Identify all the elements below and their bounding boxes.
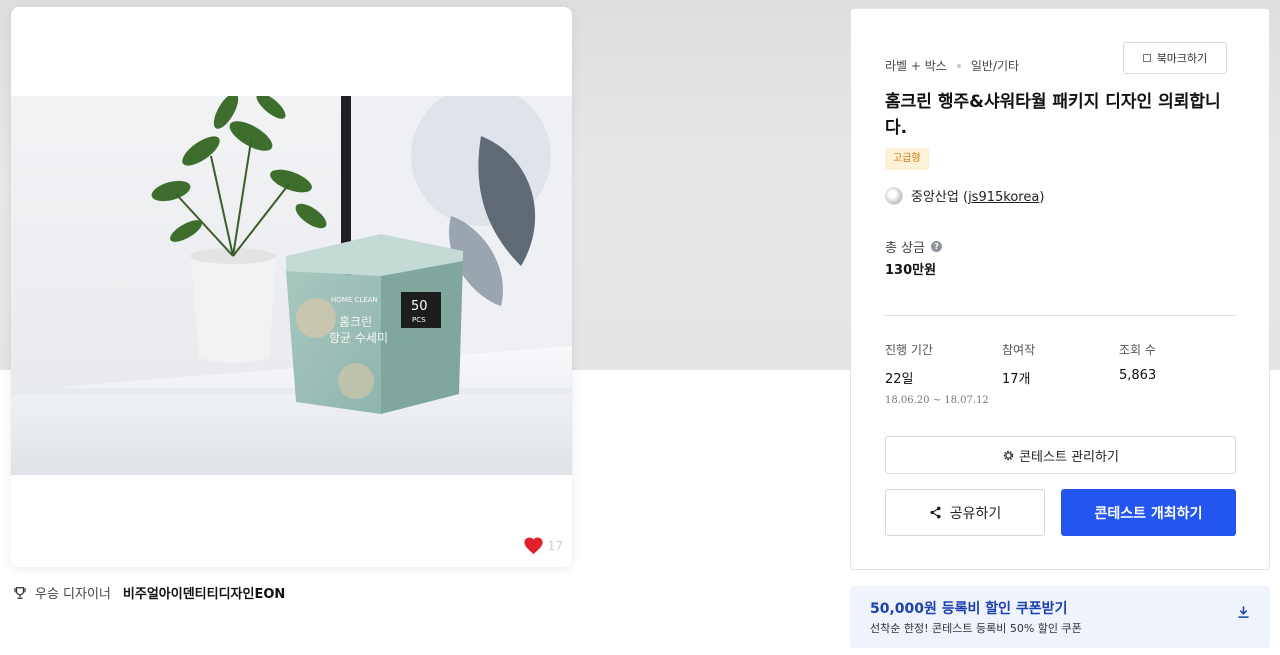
- period-label: 진행 기간: [885, 343, 933, 357]
- prize-value: 130만원: [885, 263, 937, 278]
- grade-badge: 고급형: [885, 148, 929, 170]
- manage-label: 콘테스트 관리하기: [1019, 449, 1119, 465]
- product-photo: HOME CLEAN 홈크린 항균 수세미 50 PCS: [11, 96, 572, 475]
- bookmark-icon: [1142, 54, 1151, 62]
- stat-period: 진행 기간 22일 18.06.20 ~ 18.07.12: [885, 341, 989, 406]
- avatar: [885, 186, 903, 205]
- stat-entries: 참여작 17개: [1002, 341, 1035, 387]
- owner-id[interactable]: js915korea: [968, 190, 1039, 205]
- period-range: 18.06.20 ~ 18.07.12: [885, 395, 989, 406]
- bookmark-label: 북마크하기: [1156, 52, 1208, 65]
- like-control[interactable]: 17: [523, 536, 563, 555]
- box-brand-text: HOME CLEAN: [331, 296, 378, 304]
- divider: [885, 315, 1236, 316]
- owner-name: 중앙산업: [911, 190, 959, 205]
- category-breadcrumb: 라벨 + 박스 일반/기타: [885, 57, 1019, 74]
- winner-designer: 우승 디자이너 비주얼아이덴티티디자인EON: [13, 583, 285, 602]
- views-value: 5,863: [1119, 368, 1157, 383]
- heart-icon[interactable]: [523, 536, 544, 555]
- coupon-title: 50,000원 등록비 할인 쿠폰받기: [870, 601, 1068, 617]
- category-primary[interactable]: 라벨 + 박스: [885, 57, 947, 74]
- help-icon[interactable]: ?: [931, 241, 943, 252]
- period-value: 22일: [885, 372, 914, 387]
- download-icon[interactable]: [1237, 605, 1250, 619]
- box-product-line1: 홈크린: [339, 315, 372, 329]
- design-image-card[interactable]: HOME CLEAN 홈크린 항균 수세미 50 PCS 17: [11, 7, 572, 567]
- share-icon: [930, 506, 941, 519]
- winner-label: 우승 디자이너: [35, 587, 111, 602]
- entries-label: 참여작: [1002, 343, 1036, 357]
- manage-contest-button[interactable]: 콘테스트 관리하기: [885, 436, 1236, 474]
- trophy-icon: [14, 586, 26, 599]
- like-count: 17: [547, 538, 563, 553]
- box-count-unit: PCS: [412, 316, 426, 324]
- contest-owner[interactable]: 중앙산업 (js915korea): [885, 186, 1044, 205]
- category-secondary[interactable]: 일반/기타: [971, 57, 1019, 74]
- coupon-subtitle: 선착순 한정! 콘테스트 등록비 50% 할인 쿠폰: [870, 622, 1082, 635]
- views-label: 조회 수: [1119, 343, 1156, 357]
- entries-value: 17개: [1002, 372, 1031, 387]
- share-label: 공유하기: [949, 505, 1002, 522]
- share-button[interactable]: 공유하기: [885, 489, 1045, 536]
- host-contest-button[interactable]: 콘테스트 개최하기: [1061, 489, 1236, 536]
- prize-label-row: 총 상금 ?: [885, 237, 943, 256]
- contest-info-panel: 라벨 + 박스 일반/기타 북마크하기 홈크린 행주&샤워타월 패키지 디자인 …: [850, 8, 1270, 570]
- winner-name[interactable]: 비주얼아이덴티티디자인EON: [123, 583, 285, 602]
- contest-title: 홈크린 행주&샤워타월 패키지 디자인 의뢰합니다.: [885, 92, 1221, 138]
- stat-views: 조회 수 5,863: [1119, 341, 1156, 383]
- box-product-line2: 항균 수세미: [329, 331, 388, 345]
- prize-label: 총 상금: [885, 241, 926, 256]
- separator-dot: [956, 63, 961, 68]
- coupon-banner[interactable]: 50,000원 등록비 할인 쿠폰받기 선착순 한정! 콘테스트 등록비 50%…: [850, 586, 1270, 648]
- gear-icon: [1003, 450, 1014, 460]
- bookmark-button[interactable]: 북마크하기: [1123, 42, 1227, 74]
- box-count: 50: [411, 299, 428, 314]
